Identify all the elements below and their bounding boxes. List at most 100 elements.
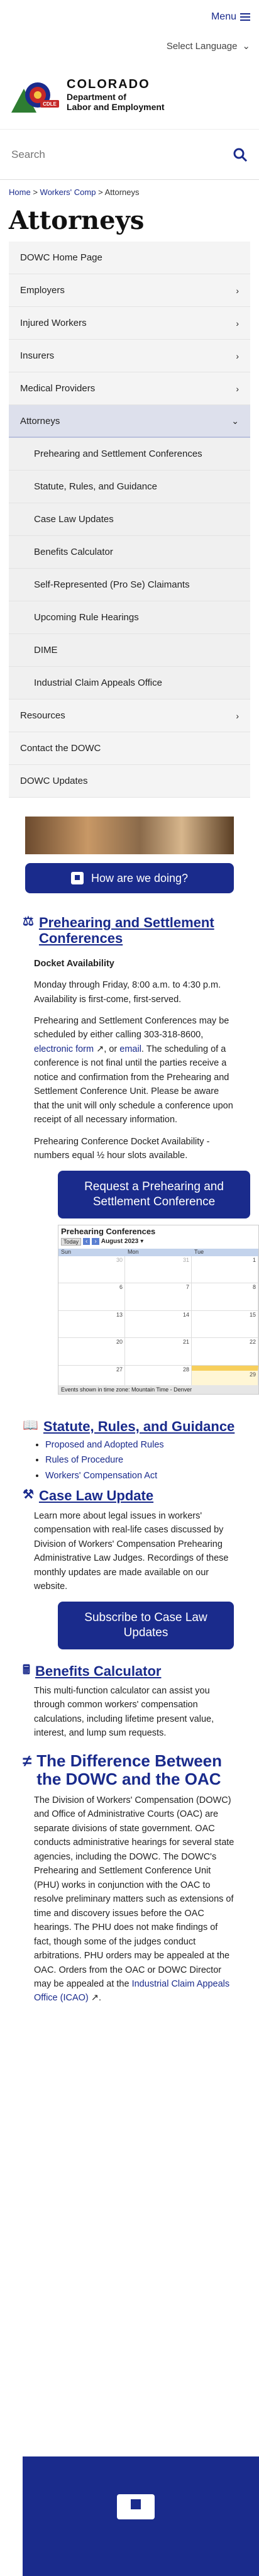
- page-title: Attorneys: [9, 206, 145, 235]
- nav-subitem-pro-se[interactable]: Self-Represented (Pro Se) Claimants: [9, 569, 250, 601]
- calendar-cell[interactable]: 14: [125, 1310, 192, 1339]
- external-link-icon: ↗: [94, 1044, 104, 1054]
- nav-subitem-prehearing[interactable]: Prehearing and Settlement Conferences: [9, 438, 250, 471]
- nav-item-employers[interactable]: Employers ›: [9, 274, 250, 307]
- difference-heading: ≠ The Difference Between the DOWC and th…: [23, 1751, 236, 1788]
- calendar-cell[interactable]: 20: [58, 1338, 125, 1366]
- subscribe-case-law-button[interactable]: Subscribe to Case Law Updates: [58, 1601, 234, 1649]
- feedback-button[interactable]: How are we doing?: [25, 863, 234, 893]
- nav-label: Employers: [20, 285, 65, 296]
- calendar-cell[interactable]: 6: [58, 1283, 125, 1311]
- calendar-cell[interactable]: 8: [192, 1283, 258, 1311]
- language-select[interactable]: Select Language ⌄: [167, 40, 250, 52]
- chevron-down-icon: ⌄: [231, 415, 239, 426]
- statute-heading[interactable]: 📖 Statute, Rules, and Guidance: [23, 1419, 236, 1434]
- search-input[interactable]: [11, 148, 200, 161]
- chevron-right-icon: ›: [236, 285, 239, 296]
- benefits-section: 🖩 Benefits Calculator: [0, 1663, 259, 1679]
- nav-item-insurers[interactable]: Insurers ›: [9, 340, 250, 372]
- difference-paragraph: The Division of Workers' Compensation (D…: [34, 1793, 236, 2005]
- menu-label: Menu: [211, 11, 236, 22]
- nav-label: DOWC Home Page: [20, 252, 102, 263]
- nav-label: Injured Workers: [20, 318, 87, 328]
- nav-subitem-statute[interactable]: Statute, Rules, and Guidance: [9, 471, 250, 503]
- logo-line2: Department of: [67, 91, 126, 102]
- list-item: Rules of Procedure: [45, 1453, 259, 1467]
- calendar-cell[interactable]: 1: [192, 1256, 258, 1284]
- caselaw-heading[interactable]: ⚒ Case Law Update: [23, 1488, 236, 1503]
- scheduling-paragraph: Prehearing and Settlement Conferences ma…: [34, 1014, 236, 1127]
- benefits-heading-text: Benefits Calculator: [35, 1663, 162, 1679]
- breadcrumb-workers-comp[interactable]: Workers' Comp: [40, 187, 96, 197]
- breadcrumb-separator: >: [98, 187, 103, 197]
- difference-heading-text: The Difference Between the DOWC and the …: [36, 1751, 223, 1788]
- calendar-grid: 30 31 1 6 7 8 13 14 15 20 21 22 27 28 29: [58, 1256, 258, 1394]
- workers-comp-act-link[interactable]: Workers' Compensation Act: [45, 1471, 157, 1481]
- email-link[interactable]: email: [119, 1044, 141, 1054]
- breadcrumb-home[interactable]: Home: [9, 187, 31, 197]
- logo-text: COLORADO Department of Labor and Employm…: [67, 77, 165, 112]
- nav-label: DOWC Updates: [20, 776, 88, 786]
- calendar-prev-icon[interactable]: ‹: [83, 1238, 91, 1246]
- calendar-next-icon[interactable]: ›: [92, 1238, 99, 1246]
- calendar-today-button[interactable]: Today: [61, 1237, 82, 1246]
- chevron-right-icon: ›: [236, 318, 239, 328]
- calendar-cell[interactable]: 15: [192, 1310, 258, 1339]
- book-icon: 📖: [23, 1418, 38, 1432]
- prehearing-heading[interactable]: ⚖ Prehearing and Settlement Conferences: [23, 915, 236, 947]
- calendar-cell[interactable]: 21: [125, 1338, 192, 1366]
- search-bar: [0, 130, 259, 180]
- calculator-icon: 🖩: [23, 1663, 30, 1677]
- nav-label: Insurers: [20, 350, 55, 361]
- nav-subitem-benefits-calculator[interactable]: Benefits Calculator: [9, 536, 250, 569]
- benefits-text: This multi-function calculator can assis…: [34, 1685, 214, 1739]
- calendar-cell[interactable]: 31: [125, 1256, 192, 1284]
- calendar-cell[interactable]: 22: [192, 1338, 258, 1366]
- feedback-label: How are we doing?: [91, 871, 189, 884]
- electronic-form-link[interactable]: electronic form: [34, 1044, 94, 1054]
- breadcrumb-separator: >: [33, 187, 38, 197]
- nav-item-dowc-home[interactable]: DOWC Home Page: [9, 242, 250, 274]
- statute-section: 📖 Statute, Rules, and Guidance: [0, 1419, 259, 1434]
- search-icon[interactable]: [233, 147, 248, 162]
- chevron-right-icon: ›: [236, 350, 239, 361]
- not-equal-icon: ≠: [23, 1751, 32, 1770]
- statute-links: Proposed and Adopted Rules Rules of Proc…: [0, 1438, 259, 1483]
- benefits-heading[interactable]: 🖩 Benefits Calculator: [23, 1663, 236, 1679]
- nav-subitem-icao[interactable]: Industrial Claim Appeals Office: [9, 667, 250, 700]
- nav-item-resources[interactable]: Resources ›: [9, 700, 250, 732]
- menu-button[interactable]: Menu: [211, 11, 250, 23]
- colorado-logo-icon: CDLE: [11, 76, 60, 114]
- rules-of-procedure-link[interactable]: Rules of Procedure: [45, 1455, 123, 1465]
- prehearing-heading-text: Prehearing and Settlement Conferences: [38, 915, 214, 947]
- request-conference-button[interactable]: Request a Prehearing and Settlement Conf…: [58, 1170, 250, 1218]
- site-logo[interactable]: CDLE COLORADO Department of Labor and Em…: [0, 60, 259, 130]
- nav-subitem-rule-hearings[interactable]: Upcoming Rule Hearings: [9, 601, 250, 634]
- scheduling-text-a: Prehearing and Settlement Conferences ma…: [34, 1016, 229, 1040]
- banner-image: [25, 817, 234, 854]
- logo-line3: Labor and Employment: [67, 102, 165, 112]
- chevron-right-icon: ›: [236, 710, 239, 721]
- difference-text: The Division of Workers' Compensation (D…: [34, 1795, 234, 1989]
- calendar-title: Prehearing Conferences: [61, 1226, 156, 1236]
- hamburger-icon: [240, 11, 250, 23]
- calendar-cell[interactable]: 13: [58, 1310, 125, 1339]
- nav-item-contact[interactable]: Contact the DOWC: [9, 732, 250, 765]
- calendar-cell[interactable]: 7: [125, 1283, 192, 1311]
- nav-item-injured-workers[interactable]: Injured Workers ›: [9, 307, 250, 340]
- calendar-timezone-note: Events shown in time zone: Mountain Time…: [58, 1385, 258, 1394]
- caselaw-text: Learn more about legal issues in workers…: [34, 1510, 229, 1592]
- benefits-body: This multi-function calculator can assis…: [0, 1684, 259, 1741]
- calendar-month-dropdown-icon[interactable]: ▾: [140, 1238, 143, 1245]
- calendar-day-header: Sun: [61, 1248, 72, 1255]
- top-bar: Menu: [0, 0, 259, 35]
- proposed-rules-link[interactable]: Proposed and Adopted Rules: [45, 1440, 164, 1450]
- calendar-cell[interactable]: 30: [58, 1256, 125, 1284]
- scales-icon: ⚖: [23, 915, 34, 928]
- nav-item-medical-providers[interactable]: Medical Providers ›: [9, 372, 250, 405]
- nav-item-attorneys[interactable]: Attorneys ⌄: [9, 405, 250, 438]
- nav-item-dowc-updates[interactable]: DOWC Updates: [9, 765, 250, 798]
- nav-subitem-case-law[interactable]: Case Law Updates: [9, 503, 250, 536]
- calendar-day-header: Tue: [194, 1248, 204, 1255]
- nav-subitem-dime[interactable]: DIME: [9, 634, 250, 667]
